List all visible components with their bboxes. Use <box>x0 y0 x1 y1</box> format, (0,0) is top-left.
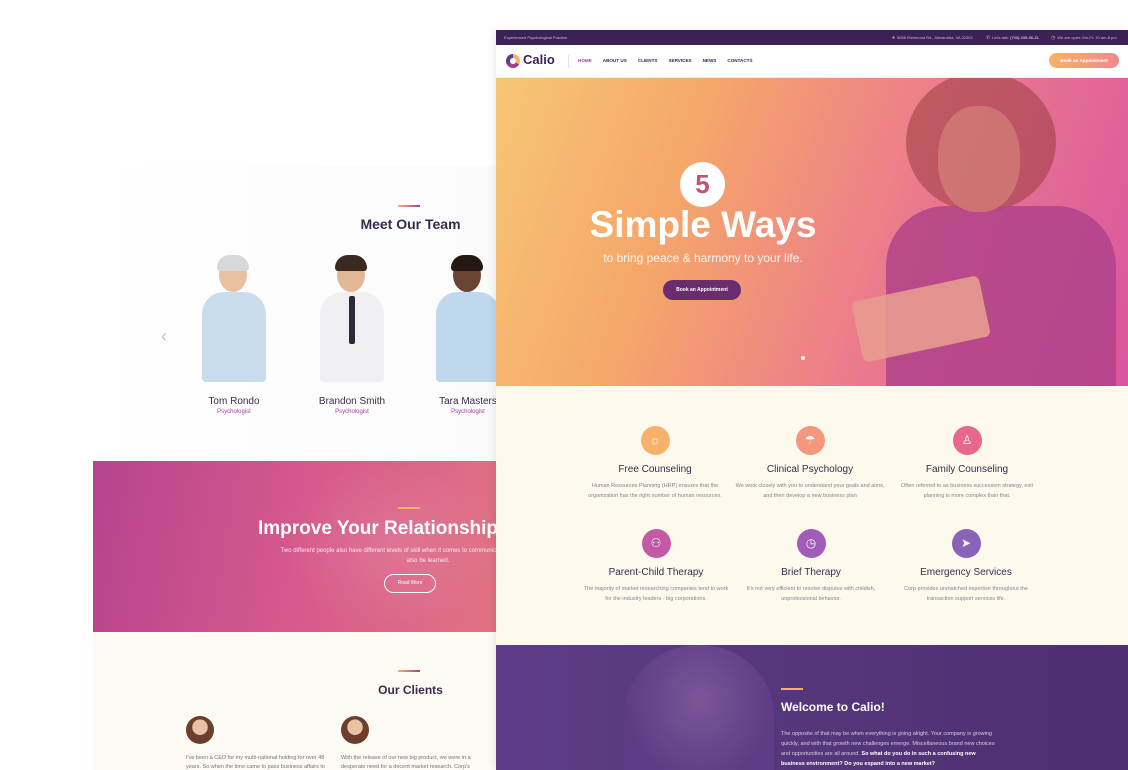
hours-text: We are open: Mn-Fr: 10 am-8 pm <box>1057 35 1117 40</box>
accent-line <box>781 688 803 690</box>
hero-slider: 5 Simple Ways to bring peace & harmony t… <box>496 78 1128 386</box>
avatar <box>186 716 214 744</box>
service-title: Clinical Psychology <box>766 464 854 475</box>
book-appointment-button[interactable]: Book an Appointment <box>1049 53 1119 68</box>
sun-icon: ☼ <box>640 426 670 455</box>
tagline: Experienced Psychological Practice <box>504 35 568 40</box>
divider <box>568 55 569 68</box>
services-section: ☼ Free Counseling Human Resources Planni… <box>496 386 1128 645</box>
nav-item-contacts[interactable]: CONTACTS <box>727 56 752 66</box>
service-text: We work closely with you to understand y… <box>735 483 885 499</box>
site-header: Calio HOME ABOUT US CLIENTS SERVICES NEW… <box>496 45 1128 78</box>
nav-item-clients[interactable]: CLIENTS <box>638 56 658 66</box>
member-name: Brandon Smith <box>318 396 386 407</box>
hero-title: Simple Ways <box>589 204 817 245</box>
service-text: Human Resources Planning (HRP) ensures t… <box>588 483 722 499</box>
member-photo <box>194 252 274 382</box>
member-role: Psychologist <box>217 409 251 415</box>
main-nav: HOME ABOUT US CLIENTS SERVICES NEWS CONT… <box>578 56 764 66</box>
service-title: Brief Therapy <box>781 567 841 578</box>
avatar <box>341 716 369 744</box>
umbrella-icon: ☂ <box>795 426 825 455</box>
service-text: Often referred to as business succession… <box>901 483 1033 499</box>
logo-icon[interactable] <box>506 54 520 68</box>
phone-number: (703) 335-06-31 <box>1010 35 1039 40</box>
service-title: Free Counseling <box>618 464 692 475</box>
hero-photo <box>850 78 1128 386</box>
front-page-preview: Experienced Psychological Practice ● 5656… <box>496 30 1128 770</box>
logo[interactable]: Calio <box>523 52 555 67</box>
service-card[interactable]: ♙ Family Counseling Often referred to as… <box>892 426 1042 501</box>
hero-number-badge: 5 <box>680 162 725 207</box>
testimonial-text: I've been a CEO for my multi-national ho… <box>186 755 325 770</box>
address-text: 5656 Richmond Rd., Alexandria, VA 22303 <box>897 35 973 40</box>
hours-info: ◷ We are open: Mn-Fr: 10 am-8 pm <box>1051 30 1117 46</box>
hero-subtitle: to bring peace & harmony to your life. <box>603 251 803 265</box>
phone-icon: ✆ <box>986 35 991 41</box>
service-title: Emergency Services <box>920 567 1012 578</box>
phone-info[interactable]: ✆ Let's talk: (703) 335-06-31 <box>986 30 1039 46</box>
service-card[interactable]: ☂ Clinical Psychology We work closely wi… <box>735 426 885 501</box>
phone-label: Let's talk: <box>992 35 1009 40</box>
service-card[interactable]: ◷ Brief Therapy It's not very efficient … <box>736 529 886 604</box>
accent-line <box>398 507 420 509</box>
welcome-section: Welcome to Calio! The opposite of that m… <box>496 645 1128 770</box>
service-card[interactable]: ☼ Free Counseling Human Resources Planni… <box>580 426 730 501</box>
member-name: Tom Rondo <box>208 396 260 407</box>
welcome-text: The opposite of that may be when everyth… <box>781 729 996 769</box>
service-title: Parent-Child Therapy <box>608 567 704 578</box>
member-photo <box>312 252 392 382</box>
testimonial-text: With the release of our new big product,… <box>341 755 471 770</box>
service-title: Family Counseling <box>925 464 1009 475</box>
member-role: Psychologist <box>335 409 369 415</box>
team-member-card[interactable]: Tom Rondo Psychologist <box>179 252 289 415</box>
people-icon: ⚇ <box>641 529 671 558</box>
slider-dot[interactable] <box>801 356 805 360</box>
top-info-bar: Experienced Psychological Practice ● 5656… <box>496 30 1128 45</box>
read-more-button[interactable]: Read More <box>384 574 436 593</box>
accent-line <box>398 670 420 672</box>
nav-item-news[interactable]: NEWS <box>703 56 717 66</box>
address-info: ● 5656 Richmond Rd., Alexandria, VA 22303 <box>892 30 973 46</box>
nav-item-about-us[interactable]: ABOUT US <box>603 56 627 66</box>
background-photo <box>624 645 774 770</box>
nav-item-services[interactable]: SERVICES <box>668 56 691 66</box>
clock-icon: ◷ <box>1051 35 1056 41</box>
welcome-title: Welcome to Calio! <box>781 700 885 714</box>
chevron-left-icon[interactable]: ‹ <box>161 326 167 346</box>
nav-item-home[interactable]: HOME <box>578 56 592 66</box>
paper-plane-icon: ➤ <box>951 529 981 558</box>
service-card[interactable]: ⚇ Parent-Child Therapy The majority of m… <box>581 529 731 604</box>
accent-line <box>398 205 420 207</box>
location-pin-icon: ● <box>892 35 896 41</box>
hero-book-button[interactable]: Book an Appointment <box>663 280 741 300</box>
service-text: It's not very efficient to resolve dispu… <box>746 586 876 602</box>
service-text: The majority of market researching compa… <box>583 586 729 602</box>
clock-icon: ◷ <box>796 529 826 558</box>
service-card[interactable]: ➤ Emergency Services Corp provides unmat… <box>891 529 1041 604</box>
service-text: Corp provides unmatched expertise throug… <box>904 586 1028 602</box>
team-member-card[interactable]: Brandon Smith Psychologist <box>297 252 407 415</box>
person-icon: ♙ <box>952 426 982 455</box>
